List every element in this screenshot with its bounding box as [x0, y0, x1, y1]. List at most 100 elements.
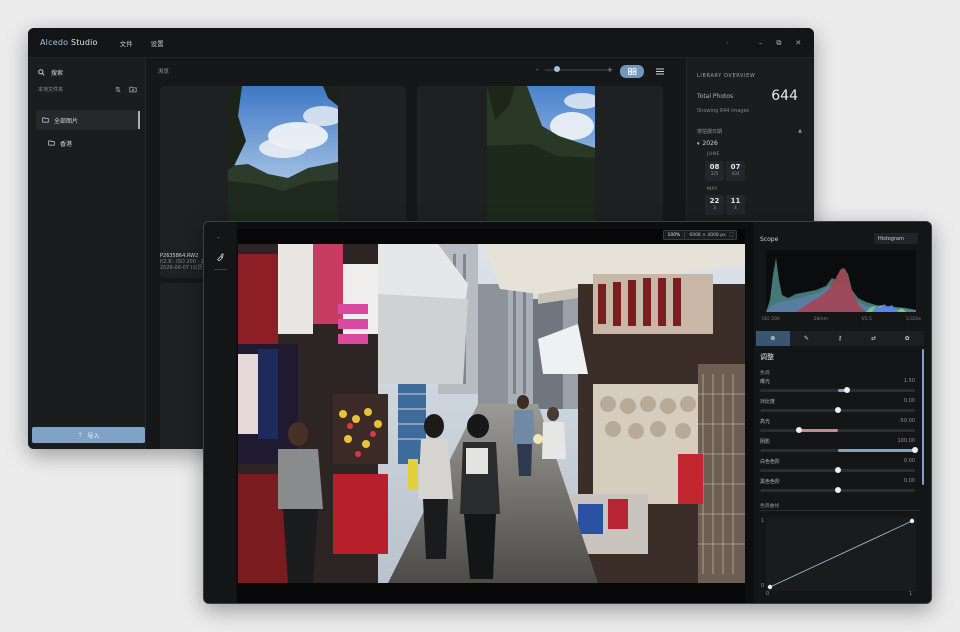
app-title: Alcedo Studio [40, 38, 98, 47]
tool-strip: – [204, 222, 236, 603]
day-tile[interactable]: 22 3 [705, 195, 724, 215]
menu-settings[interactable]: 设置 [151, 38, 164, 48]
year-label: 2026 [702, 140, 718, 147]
effects-icon: ✿ [904, 335, 910, 342]
slider-knob[interactable] [843, 387, 850, 393]
menu-file[interactable]: 文件 [120, 38, 133, 48]
scope-title: Scope [760, 236, 779, 243]
fit-icon[interactable]: ⛶ [730, 232, 733, 238]
folder-all-photos[interactable]: 全部图片 [36, 110, 140, 130]
adjust-title: 调整 [760, 353, 774, 361]
edit-tabs: ⊚ ✎ ⚷ ⇄ ✿ [756, 331, 924, 346]
grid-icon [627, 68, 636, 75]
by-date-row[interactable]: 按拍摄日期 ▲ [697, 128, 802, 135]
crop-icon: ⇄ [871, 335, 877, 342]
view-label: 浏览 [158, 69, 170, 75]
brush-icon[interactable] [216, 253, 224, 261]
tone-curve-plot [767, 518, 915, 590]
search-label: 搜索 [51, 70, 64, 77]
import-button[interactable]: ⇡ 导入 [32, 427, 145, 443]
slider-row[interactable]: 高光 -50.00 [760, 418, 915, 438]
collapse-icon[interactable]: – [217, 234, 220, 241]
slider-knob[interactable] [834, 487, 841, 493]
tone-curve[interactable] [766, 517, 916, 591]
slider-row[interactable]: 阴影 100.00 [760, 438, 918, 458]
day-tile[interactable]: 07 434 [726, 161, 745, 181]
back-button[interactable]: ‹ [726, 39, 729, 47]
library-sidebar: 搜索 本地文件夹 ⇅ 全部图片 香港 ⇡ 导入 [28, 58, 146, 449]
photo-canvas[interactable]: 100% 6008 × 4008 px ⛶ [238, 229, 745, 603]
exif-shutter: 1/320s [905, 317, 921, 322]
slider-knob[interactable] [912, 447, 918, 453]
tab-detail[interactable]: ⚷ [823, 331, 857, 346]
zoom-percent: 100% [667, 232, 681, 238]
photo-thumbnail [487, 86, 595, 221]
slider-knob[interactable] [834, 407, 841, 413]
upload-icon: ⇡ [77, 431, 83, 439]
slider-label: 黑色色阶 [760, 479, 781, 485]
year-group[interactable]: ▾ 2026 [697, 140, 718, 147]
slider-row[interactable]: 对比度 0.00 [760, 398, 915, 418]
tab-effects[interactable]: ✿ [890, 331, 924, 346]
slider-knob[interactable] [834, 467, 841, 473]
slider-value: 0.00 [903, 478, 915, 484]
minimize-button[interactable]: – [759, 39, 763, 47]
search-row[interactable]: 搜索 [38, 68, 63, 77]
photo-thumbnail [228, 86, 338, 221]
chevron-up-icon: ▲ [798, 128, 802, 134]
day-tile[interactable]: 08 325 [705, 161, 724, 181]
day-tile[interactable]: 11 4 [726, 195, 745, 215]
slider-row[interactable]: 曝光 1.50 [760, 378, 915, 398]
tab-color[interactable]: ✎ [790, 331, 824, 346]
title-bar: Alcedo Studio 文件 设置 ‹ – ⧉ ✕ [28, 28, 814, 58]
window-controls: ‹ – ⧉ ✕ [726, 28, 801, 58]
sliders-icon: ⊚ [770, 335, 776, 342]
local-folder-row: 本地文件夹 ⇅ [38, 86, 137, 94]
list-icon [656, 68, 664, 75]
grid-view-button[interactable] [620, 65, 644, 78]
slider-value: 1.50 [903, 378, 915, 384]
slider-value: 100.00 [897, 438, 916, 444]
folder-label: 全部图片 [54, 117, 79, 125]
curve-x-min: 0 [766, 591, 770, 597]
exif-aperture: f/3.5 [861, 317, 872, 322]
exif-iso: ISO 200 [762, 317, 780, 322]
divider [760, 510, 920, 511]
slider-value: -50.00 [898, 418, 915, 424]
thumbnail-size-slider[interactable] [545, 66, 607, 72]
slider-value: 0.00 [903, 458, 915, 464]
slider-knob[interactable] [795, 427, 802, 433]
slider-label: 曝光 [760, 379, 771, 385]
slider-label: 阴影 [760, 439, 771, 445]
add-folder-icon[interactable] [129, 86, 137, 93]
scrollbar[interactable] [922, 349, 924, 485]
sort-icon[interactable]: ⇅ [115, 86, 121, 94]
folder-label: 香港 [60, 140, 73, 148]
slider-fill [798, 429, 838, 432]
close-button[interactable]: ✕ [795, 39, 801, 47]
image-dimensions: 6008 × 4008 px [689, 232, 726, 238]
slider-track[interactable] [760, 429, 915, 432]
curve-section-label: 色调曲线 [760, 504, 780, 509]
histogram-dropdown[interactable]: Histogram [874, 233, 918, 244]
zoom-out-button[interactable]: - [536, 66, 539, 74]
zoom-bar[interactable]: 100% 6008 × 4008 px ⛶ [663, 230, 737, 240]
slider-row[interactable]: 黑色色阶 0.00 [760, 478, 915, 498]
maximize-button[interactable]: ⧉ [776, 39, 781, 48]
list-view-button[interactable] [648, 65, 672, 78]
month-label: JUNE [707, 152, 720, 157]
selection-indicator [138, 111, 140, 129]
zoom-in-button[interactable]: + [607, 66, 613, 74]
folder-hong-kong[interactable]: 香港 [36, 133, 138, 153]
curve-y-min: 0 [761, 583, 765, 589]
slider-value: 0.00 [903, 398, 915, 404]
tab-transform[interactable]: ⇄ [857, 331, 891, 346]
curve-y-max: 1 [761, 518, 765, 524]
tab-adjust[interactable]: ⊚ [756, 331, 790, 346]
slider-label: 高光 [760, 419, 771, 425]
slider-knob[interactable] [554, 66, 561, 72]
showing-count: Showing 644 images [697, 108, 750, 114]
slider-row[interactable]: 白色色阶 0.00 [760, 458, 915, 478]
curve-x-max: 1 [909, 591, 913, 597]
month-label: MAY [707, 187, 718, 192]
